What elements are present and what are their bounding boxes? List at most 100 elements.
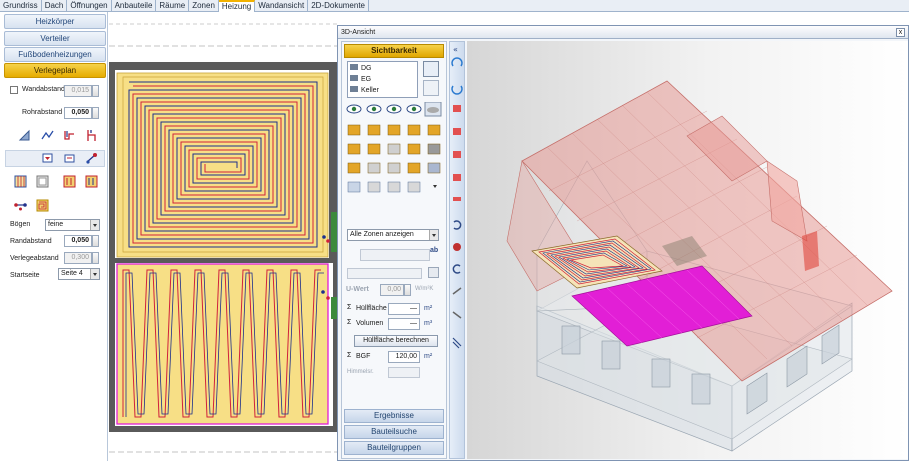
volumen-unit: m³ (424, 320, 433, 327)
view-tool-icons[interactable]: « (450, 42, 464, 458)
zones-select[interactable]: Alle Zonen anzeigen (347, 229, 439, 241)
tab-dach[interactable]: Dach (42, 0, 68, 12)
huellflaeche-sum-icon: Σ (347, 304, 352, 311)
svg-text:«: « (453, 45, 458, 54)
wandabstand-label: Wandabstand (22, 86, 65, 93)
distributor-icon[interactable] (41, 152, 54, 165)
floor-item-dg[interactable]: DG (350, 64, 372, 72)
heizkoerper-button[interactable]: Heizkörper (4, 14, 106, 29)
himmelsr-field[interactable] (388, 367, 420, 378)
floor-keller-label: Keller (361, 87, 379, 94)
component-visibility-icons[interactable] (345, 102, 445, 202)
bauteilgruppen-button[interactable]: Bauteilgruppen (344, 441, 444, 455)
zones-select-value: Alle Zonen anzeigen (350, 231, 414, 238)
chevron-down-icon[interactable] (90, 269, 99, 279)
bauteilsuche-button[interactable]: Bauteilsuche (344, 425, 444, 439)
boegen-select[interactable]: feine (45, 219, 100, 231)
randabstand-input[interactable]: 0,050 (64, 235, 92, 247)
tab-heizung[interactable]: Heizung (218, 0, 256, 12)
chevron-down-icon[interactable] (429, 230, 438, 240)
verlegeabstand-spinner[interactable] (92, 252, 99, 264)
material-select[interactable] (347, 268, 422, 279)
startseite-label: Startseite (10, 272, 40, 279)
bgf-label: BGF (356, 353, 371, 360)
material-browse-icon[interactable] (428, 267, 439, 278)
close-icon[interactable]: x (896, 28, 905, 37)
grid-view-icon[interactable] (423, 80, 439, 96)
visibility-panel: Sichtbarkeit DG EG Keller Alle Zonen anz… (341, 41, 447, 459)
huellflaeche-label: Hüllfläche (356, 305, 387, 312)
uwert-input[interactable]: 0,00 (380, 284, 404, 296)
floor-item-eg[interactable]: EG (350, 75, 371, 83)
window-3d-title: 3D-Ansicht (338, 26, 908, 39)
bgf-unit: m² (424, 353, 433, 360)
house-3d-model (506, 80, 893, 452)
circuit-blue-icon[interactable] (85, 175, 98, 188)
swap-pipes-icon[interactable] (14, 199, 27, 212)
sichtbarkeit-header[interactable]: Sichtbarkeit (344, 44, 444, 58)
pipe-connect-icon[interactable] (85, 129, 98, 142)
bgf-sum-icon: Σ (347, 352, 352, 359)
connect-arrow-icon[interactable] (85, 152, 98, 165)
startseite-value: Seite 4 (61, 270, 83, 277)
uwert-unit: W/m²K (415, 286, 434, 292)
uwert-spinner[interactable] (404, 284, 411, 296)
view-toolstrip: « (449, 41, 465, 459)
volumen-label: Volumen (356, 320, 384, 327)
chevron-down-icon[interactable] (90, 220, 99, 230)
tab-räume[interactable]: Räume (156, 0, 190, 12)
floor-plan-canvas[interactable] (109, 12, 338, 461)
bgf-value: 120,00 (388, 351, 420, 363)
huellflaeche-unit: m² (424, 305, 433, 312)
floor-item-keller[interactable]: Keller (350, 86, 379, 94)
tab-öffnungen[interactable]: Öffnungen (67, 0, 112, 12)
tab-anbauteile[interactable]: Anbauteile (112, 0, 157, 12)
component-name-field[interactable] (360, 249, 430, 261)
wandabstand-spinner[interactable] (92, 85, 99, 97)
pipe-route-icon[interactable] (63, 129, 76, 142)
wandabstand-input[interactable]: 0,015 (64, 85, 92, 97)
window-3d: 3D-Ansicht x Sichtbarkeit DG EG Keller A… (337, 25, 909, 461)
ribbon-tabs: Grundriss Dach Öffnungen Anbauteile Räume Zon… (0, 0, 909, 12)
verlegeabstand-label: Verlegeabstand (10, 255, 59, 262)
boegen-label: Bögen (10, 221, 31, 228)
calc-huellflaeche-button[interactable]: Hüllfläche berechnen (354, 335, 438, 347)
tab-wandansicht[interactable]: Wandansicht (255, 0, 309, 12)
select-all-floors-icon[interactable] (423, 61, 439, 77)
verlegeabstand-input[interactable]: 0,300 (64, 252, 92, 264)
ergebnisse-button[interactable]: Ergebnisse (344, 409, 444, 423)
wandabstand-checkbox[interactable] (10, 86, 18, 94)
room-plan-icon[interactable] (36, 175, 49, 188)
grid-plan-icon[interactable] (14, 175, 27, 188)
polyline-tool-icon[interactable] (41, 129, 54, 142)
spiral-pattern-icon[interactable] (36, 199, 49, 212)
volumen-sum-icon: Σ (347, 319, 352, 326)
uwert-label: U-Wert (346, 286, 369, 293)
rohrabstand-spinner[interactable] (92, 107, 99, 119)
3d-viewport[interactable] (467, 41, 908, 459)
left-panel: Heizkörper Verteiler Fußbodenheizungen V… (0, 12, 108, 461)
floor-eg-label: EG (361, 76, 372, 83)
verlegeplan-button[interactable]: Verlegeplan (4, 63, 106, 78)
volumen-value: — (388, 318, 420, 330)
rohrabstand-input[interactable]: 0,050 (64, 107, 92, 119)
fussbodenheizungen-button[interactable]: Fußbodenheizungen (4, 47, 106, 62)
tab-2d-dokumente[interactable]: 2D-Dokumente (308, 0, 370, 12)
tab-zonen[interactable]: Zonen (189, 0, 219, 12)
floor-list: DG EG Keller (347, 61, 418, 98)
circuit-red-icon[interactable] (63, 175, 76, 188)
verteiler-button[interactable]: Verteiler (4, 31, 106, 46)
corner-tool-icon[interactable] (18, 129, 31, 142)
startseite-select[interactable]: Seite 4 (58, 268, 100, 280)
tab-grundriss[interactable]: Grundriss (0, 0, 42, 12)
himmelsr-label: Himmelsr. (347, 369, 374, 375)
boegen-value: feine (48, 221, 64, 228)
floor-dg-label: DG (361, 65, 372, 72)
floor-plan-drawing (109, 23, 338, 453)
ab-label: ab (430, 247, 439, 254)
randabstand-label: Randabstand (10, 238, 52, 245)
randabstand-spinner[interactable] (92, 235, 99, 247)
rohrabstand-label: Rohrabstand (22, 109, 63, 116)
heating-circuit-icon[interactable] (63, 152, 76, 165)
eye-icons (346, 102, 442, 117)
